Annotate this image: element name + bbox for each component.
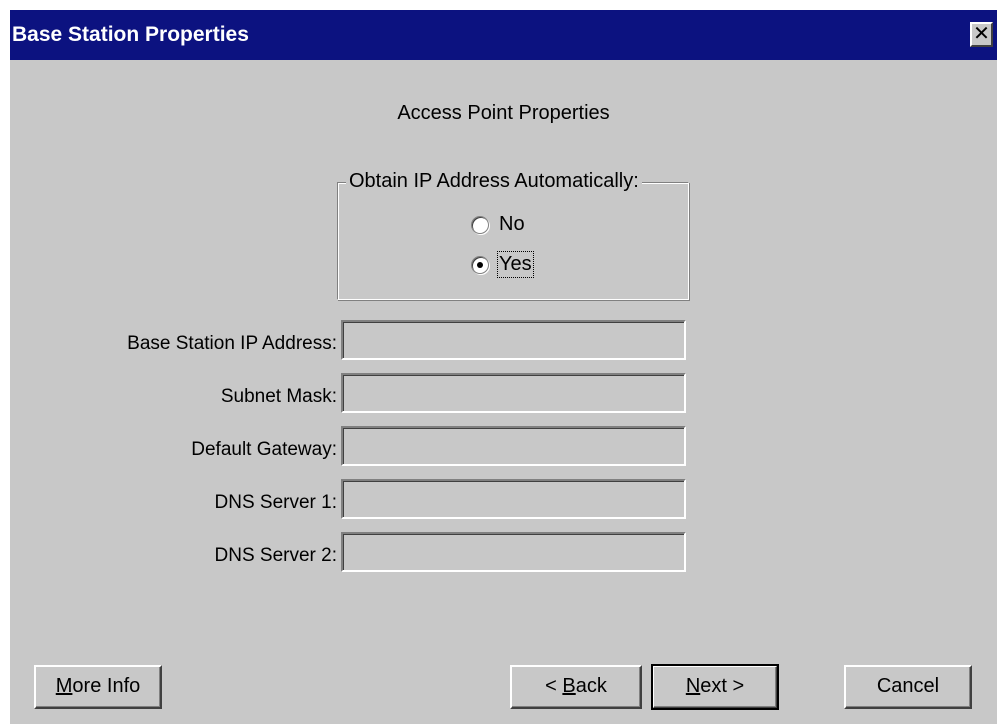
default-gateway-field[interactable] xyxy=(341,426,686,466)
subnet-mask-field[interactable] xyxy=(341,373,686,413)
base-station-properties-dialog: Base Station Properties ✕ Access Point P… xyxy=(10,10,997,724)
more-info-label: ore Info xyxy=(72,675,141,697)
next-button[interactable]: Next > xyxy=(651,664,779,710)
page-heading: Access Point Properties xyxy=(397,102,610,124)
base-station-ip-label: Base Station IP Address: xyxy=(127,333,337,354)
back-label: ack xyxy=(575,675,607,697)
radio-yes[interactable] xyxy=(471,255,489,274)
radio-no-option[interactable]: No xyxy=(471,213,525,236)
dns-server-1-label: DNS Server 1: xyxy=(214,492,337,513)
close-button[interactable]: ✕ xyxy=(970,22,993,47)
next-label: ext > xyxy=(700,675,745,697)
radio-yes-option[interactable]: Yes xyxy=(471,251,534,278)
more-info-button[interactable]: More Info xyxy=(34,665,162,709)
subnet-mask-label: Subnet Mask: xyxy=(220,386,337,407)
more-info-mnemonic: M xyxy=(55,675,73,697)
title-bar: Base Station Properties ✕ xyxy=(10,10,997,60)
radio-yes-label[interactable]: Yes xyxy=(497,251,534,278)
cancel-button[interactable]: Cancel xyxy=(844,665,972,709)
default-gateway-label: Default Gateway: xyxy=(191,439,337,460)
radio-no-label[interactable]: No xyxy=(499,213,525,236)
close-icon: ✕ xyxy=(973,23,990,45)
radio-no[interactable] xyxy=(471,215,489,234)
back-mnemonic: B xyxy=(562,675,576,697)
back-button[interactable]: < Back xyxy=(510,665,642,709)
group-legend: Obtain IP Address Automatically: xyxy=(346,170,642,193)
window-title: Base Station Properties xyxy=(12,23,249,46)
dns-server-2-field[interactable] xyxy=(341,532,686,572)
back-prefix: < xyxy=(545,675,563,697)
dns-server-1-field[interactable] xyxy=(341,479,686,519)
obtain-ip-groupbox: Obtain IP Address Automatically: No Yes xyxy=(337,170,689,300)
dns-server-2-label: DNS Server 2: xyxy=(214,545,337,566)
base-station-ip-field[interactable] xyxy=(341,320,686,360)
next-mnemonic: N xyxy=(685,675,701,697)
